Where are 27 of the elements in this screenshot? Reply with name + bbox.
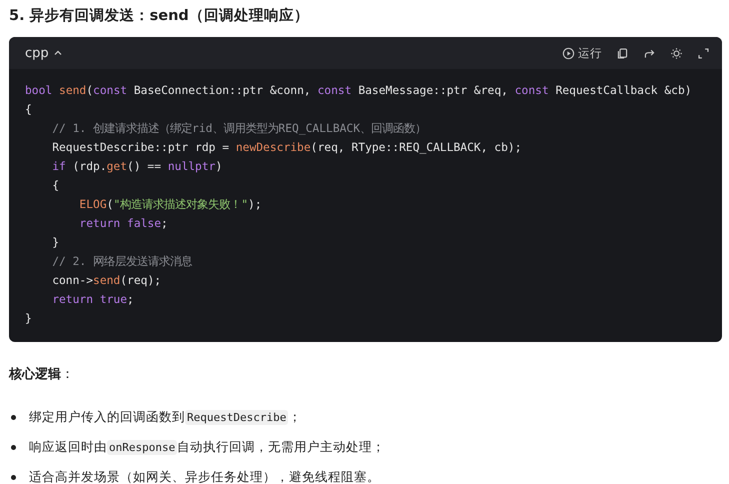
sun-icon[interactable] xyxy=(670,46,683,60)
code-line: ELOG("构造请求描述对象失败！"); xyxy=(78,197,263,213)
code-line: } xyxy=(25,311,33,327)
run-button[interactable]: 运行 xyxy=(562,46,602,60)
language-toggle[interactable]: cpp xyxy=(25,46,63,60)
list-item-text: 适合高并发场景（如网关、异步任务处理），避免线程阻塞。 xyxy=(29,468,380,484)
code-line: } xyxy=(51,235,60,251)
code-line: bool send(const BaseConnection::ptr &conn, const BaseMessage::ptr &req, const RequestCallback &cb) xyxy=(25,83,693,99)
code-line: return false; xyxy=(78,216,169,232)
bullet-dot xyxy=(11,474,16,480)
code-line: RequestDescribe::ptr rdp = newDescribe(req, RType::REQ_CALLBACK, cb); xyxy=(51,140,523,156)
code-line: // 2. 网络层发送请求消息 xyxy=(51,254,194,270)
bullet-dot xyxy=(11,414,16,420)
code-line: if (rdp.get() == nullptr) xyxy=(51,159,224,175)
expand-icon[interactable] xyxy=(697,46,710,60)
code-line: conn->send(req); xyxy=(51,273,162,289)
copy-icon[interactable] xyxy=(616,46,629,60)
list-item-text: 响应返回时由 onResponse 自动执行回调，无需用户主动处理； xyxy=(29,438,386,456)
bullet-dot xyxy=(11,444,16,450)
list-item-text: 绑定用户传入的回调函数到 RequestDescribe ； xyxy=(29,408,302,426)
code-line: { xyxy=(25,102,33,118)
section-heading: 5. 异步有回调发送：send（回调处理响应） xyxy=(9,6,310,26)
code-line: // 1. 创建请求描述（绑定rid、调用类型为REQ_CALLBACK、回调函数） xyxy=(51,121,428,137)
summary-label: 核心逻辑： xyxy=(9,366,75,384)
code-line: return true; xyxy=(51,292,135,308)
play-icon xyxy=(562,46,575,60)
code-line: { xyxy=(51,178,60,194)
